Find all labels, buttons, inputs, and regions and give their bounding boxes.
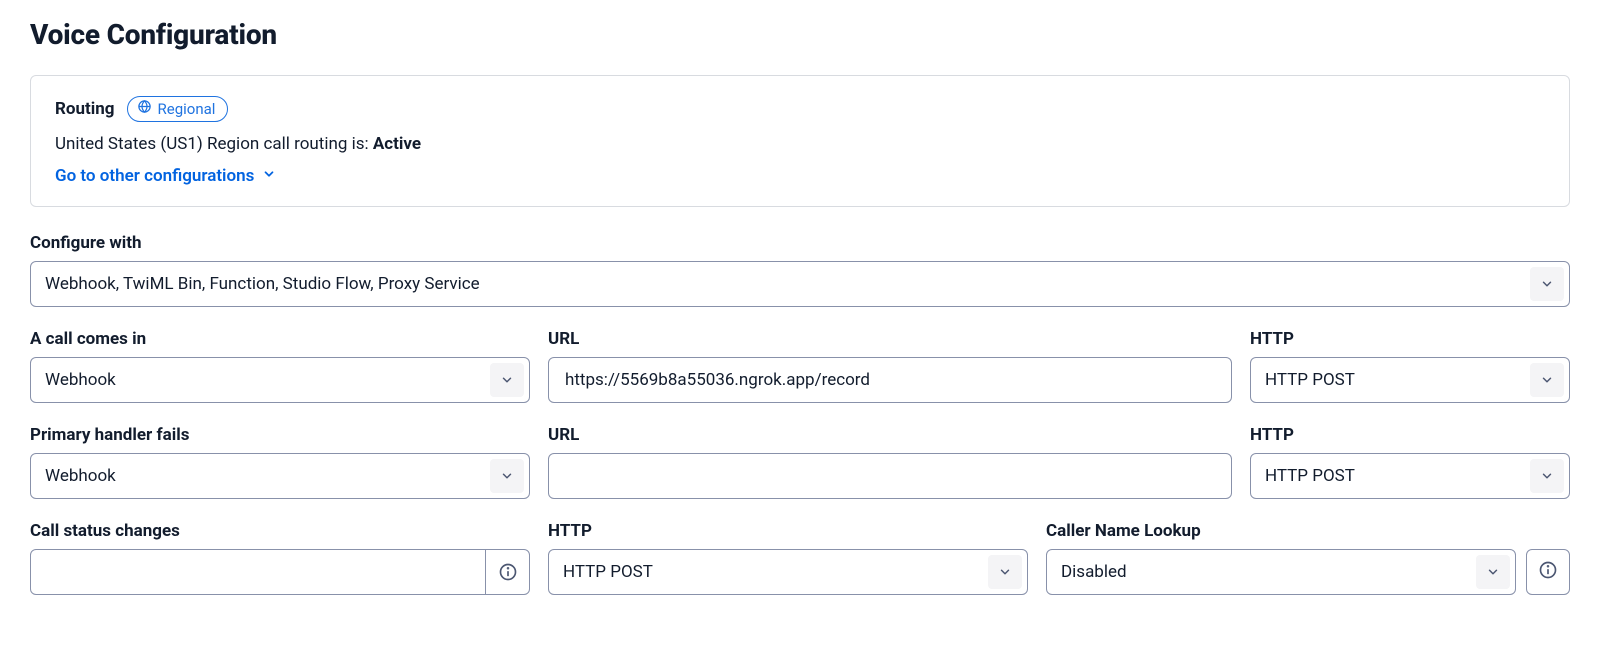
chevron-down-icon <box>1530 267 1564 301</box>
call-in-http-value: HTTP POST <box>1265 370 1355 390</box>
call-in-http-select[interactable]: HTTP POST <box>1250 357 1570 403</box>
status-changes-field[interactable] <box>45 550 485 594</box>
caller-name-select[interactable]: Disabled <box>1046 549 1516 595</box>
chevron-down-icon <box>490 363 524 397</box>
routing-status-prefix: United States (US1) Region call routing … <box>55 134 373 154</box>
primary-fail-url-input[interactable] <box>548 453 1232 499</box>
call-in-url-label: URL <box>548 329 1232 349</box>
primary-fail-row: Primary handler fails Webhook URL HTTP H… <box>30 425 1570 499</box>
regional-pill[interactable]: Regional <box>127 96 229 122</box>
call-in-type-select[interactable]: Webhook <box>30 357 530 403</box>
call-in-type-value: Webhook <box>45 370 116 390</box>
routing-card: Routing Regional United States (US1) Reg… <box>30 75 1570 207</box>
primary-fail-http-select[interactable]: HTTP POST <box>1250 453 1570 499</box>
call-in-http-label: HTTP <box>1250 329 1570 349</box>
chevron-down-icon <box>1530 363 1564 397</box>
configure-with-select[interactable]: Webhook, TwiML Bin, Function, Studio Flo… <box>30 261 1570 307</box>
caller-name-value: Disabled <box>1061 562 1127 582</box>
globe-icon <box>137 99 152 119</box>
call-in-url-field[interactable] <box>563 358 1217 402</box>
configure-with-label: Configure with <box>30 233 1570 253</box>
call-in-url-input[interactable] <box>548 357 1232 403</box>
primary-fail-type-value: Webhook <box>45 466 116 486</box>
chevron-down-icon <box>262 166 276 186</box>
other-configurations-link[interactable]: Go to other configurations <box>55 166 276 186</box>
status-http-label: HTTP <box>548 521 1028 541</box>
status-caller-row: Call status changes HTTP HTTP POST Calle… <box>30 521 1570 595</box>
regional-pill-label: Regional <box>158 99 216 119</box>
configure-with-value: Webhook, TwiML Bin, Function, Studio Flo… <box>45 274 480 294</box>
page-title: Voice Configuration <box>30 18 1570 51</box>
call-in-type-label: A call comes in <box>30 329 530 349</box>
status-changes-input[interactable] <box>30 549 530 595</box>
status-changes-label: Call status changes <box>30 521 530 541</box>
chevron-down-icon <box>988 555 1022 589</box>
status-http-value: HTTP POST <box>563 562 653 582</box>
status-http-select[interactable]: HTTP POST <box>548 549 1028 595</box>
configure-with-group: Configure with Webhook, TwiML Bin, Funct… <box>30 233 1570 307</box>
call-comes-in-row: A call comes in Webhook URL HTTP HTTP PO… <box>30 329 1570 403</box>
routing-status-value: Active <box>373 134 421 154</box>
chevron-down-icon <box>1476 555 1510 589</box>
chevron-down-icon <box>1530 459 1564 493</box>
primary-fail-type-select[interactable]: Webhook <box>30 453 530 499</box>
primary-fail-http-label: HTTP <box>1250 425 1570 445</box>
other-configurations-label: Go to other configurations <box>55 166 254 186</box>
caller-name-info-button[interactable] <box>1526 549 1570 595</box>
routing-label: Routing <box>55 99 115 119</box>
routing-status: United States (US1) Region call routing … <box>55 134 1545 154</box>
primary-fail-http-value: HTTP POST <box>1265 466 1355 486</box>
chevron-down-icon <box>490 459 524 493</box>
primary-fail-url-field[interactable] <box>563 454 1217 498</box>
primary-fail-url-label: URL <box>548 425 1232 445</box>
primary-fail-type-label: Primary handler fails <box>30 425 530 445</box>
info-icon[interactable] <box>485 550 529 594</box>
caller-name-label: Caller Name Lookup <box>1046 521 1516 541</box>
info-icon <box>1538 560 1558 584</box>
